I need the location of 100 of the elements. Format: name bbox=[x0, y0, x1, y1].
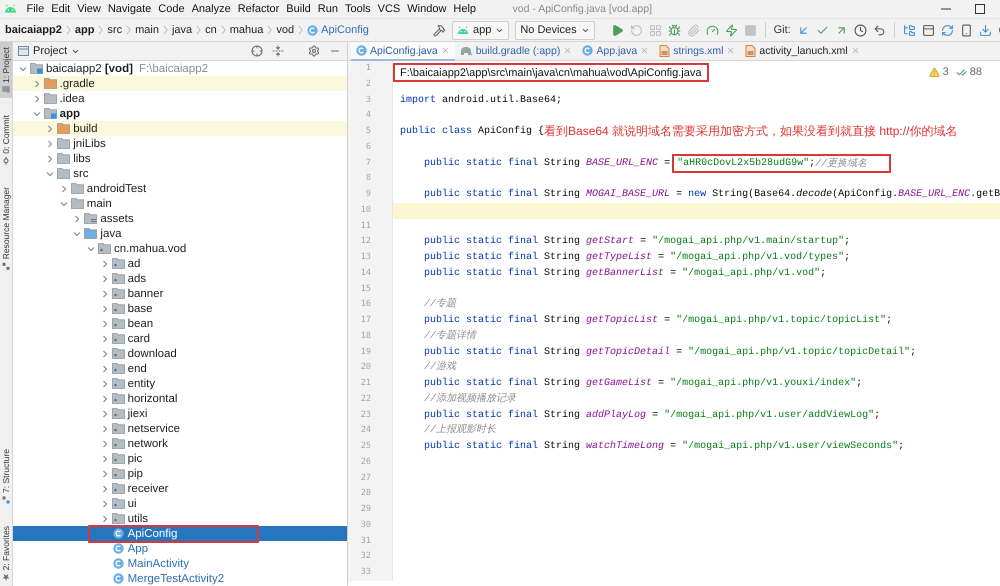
close-icon[interactable] bbox=[440, 46, 450, 55]
chevron-icon[interactable] bbox=[100, 440, 109, 448]
paperclip-icon[interactable] bbox=[686, 24, 700, 36]
menu-item[interactable]: VCS bbox=[374, 0, 404, 18]
lightning-icon[interactable] bbox=[724, 24, 738, 36]
tree-item[interactable]: base bbox=[13, 301, 347, 316]
chevron-icon[interactable] bbox=[100, 290, 109, 298]
menu-item[interactable]: Build bbox=[282, 0, 314, 18]
tree-item[interactable]: jniLibs bbox=[13, 136, 347, 151]
tree-item[interactable]: MergeTestActivity2 bbox=[13, 571, 347, 586]
tree-item[interactable]: assets bbox=[13, 211, 347, 226]
menu-item[interactable]: Tools bbox=[341, 0, 374, 18]
view-selector[interactable]: Project bbox=[18, 45, 80, 57]
tree-item[interactable]: .gradle bbox=[13, 76, 347, 91]
tree-item[interactable]: ad bbox=[13, 256, 347, 271]
chevron-icon[interactable] bbox=[100, 514, 109, 522]
collapse-icon[interactable] bbox=[272, 45, 284, 57]
chevron-icon[interactable] bbox=[100, 484, 109, 492]
menu-item[interactable]: Edit bbox=[48, 0, 74, 18]
tree-item[interactable]: receiver bbox=[13, 481, 347, 496]
chevron-icon[interactable] bbox=[19, 64, 27, 72]
chevron-icon[interactable] bbox=[100, 350, 109, 358]
breadcrumb[interactable]: mahua bbox=[230, 24, 264, 36]
chevron-icon[interactable] bbox=[46, 124, 54, 132]
tree-item[interactable]: androidTest bbox=[13, 181, 347, 196]
tree-item[interactable]: network bbox=[13, 436, 347, 451]
tree-item[interactable]: libs bbox=[13, 151, 347, 166]
tool-window-tab[interactable]: 2: Favorites bbox=[0, 520, 12, 586]
chevron-icon[interactable] bbox=[87, 244, 95, 252]
tree-item[interactable]: src bbox=[13, 166, 347, 181]
menu-item[interactable]: File bbox=[23, 0, 48, 18]
window-icon[interactable] bbox=[922, 24, 935, 36]
tree-item[interactable]: pic bbox=[13, 451, 347, 466]
tree-item[interactable]: card bbox=[13, 331, 347, 346]
phone-icon[interactable] bbox=[960, 24, 973, 36]
chevron-icon[interactable] bbox=[100, 454, 109, 462]
close-icon[interactable] bbox=[726, 46, 736, 55]
chevron-icon[interactable] bbox=[46, 170, 54, 178]
run-config-dropdown[interactable]: app bbox=[452, 20, 510, 40]
download-icon[interactable] bbox=[978, 24, 992, 36]
chevron-icon[interactable] bbox=[60, 184, 68, 192]
tree-item[interactable]: banner bbox=[13, 286, 347, 301]
editor-tab[interactable]: build.gradle (:app) bbox=[454, 42, 578, 61]
tree-item[interactable]: netservice bbox=[13, 421, 347, 436]
menu-item[interactable]: Navigate bbox=[104, 0, 155, 18]
menu-item[interactable]: Window bbox=[404, 0, 450, 18]
chevron-icon[interactable] bbox=[60, 200, 68, 208]
chevron-icon[interactable] bbox=[100, 394, 109, 402]
tree-item[interactable]: MainActivity bbox=[13, 556, 347, 571]
chevron-icon[interactable] bbox=[100, 320, 109, 328]
menu-item[interactable]: Refactor bbox=[234, 0, 283, 18]
chevron-icon[interactable] bbox=[32, 110, 41, 118]
menu-item[interactable]: Help bbox=[450, 0, 480, 18]
tree-item[interactable]: cn.mahua.vod bbox=[13, 241, 347, 256]
tool-window-tab[interactable]: 0: Commit bbox=[0, 110, 12, 170]
breadcrumb[interactable]: baicaiapp2 bbox=[5, 24, 62, 36]
tree-item[interactable]: horizontal bbox=[13, 391, 347, 406]
menu-item[interactable]: Code bbox=[154, 0, 188, 18]
chevron-icon[interactable] bbox=[100, 410, 109, 418]
chevron-icon[interactable] bbox=[73, 214, 82, 222]
chevron-icon[interactable] bbox=[46, 140, 54, 148]
chevron-icon[interactable] bbox=[100, 380, 109, 388]
tool-window-tab[interactable]: 1: Project bbox=[0, 42, 12, 98]
menu-item[interactable]: Run bbox=[314, 0, 342, 18]
chevron-icon[interactable] bbox=[100, 260, 109, 268]
bug-icon[interactable] bbox=[668, 24, 681, 36]
breadcrumb[interactable]: app bbox=[74, 24, 94, 36]
breadcrumb[interactable]: src bbox=[107, 24, 122, 36]
chevron-icon[interactable] bbox=[100, 500, 109, 508]
chevron-icon[interactable] bbox=[46, 154, 54, 162]
tree-item[interactable]: app bbox=[13, 106, 347, 121]
tree-item[interactable]: jiexi bbox=[13, 406, 347, 421]
sync-icon[interactable] bbox=[940, 24, 954, 36]
editor-tab[interactable]: App.java bbox=[577, 42, 654, 61]
breadcrumb[interactable]: java bbox=[172, 24, 192, 36]
tree-item[interactable]: bean bbox=[13, 316, 347, 331]
chevron-icon[interactable] bbox=[100, 424, 109, 432]
tree-item[interactable]: baicaiapp2 [vod] F:\baicaiapp2 bbox=[13, 61, 347, 76]
close-icon[interactable] bbox=[563, 46, 572, 55]
close-icon[interactable] bbox=[640, 46, 650, 55]
tree-item[interactable]: ui bbox=[13, 496, 347, 511]
gauge-icon[interactable] bbox=[706, 24, 719, 36]
folder-tree-icon[interactable] bbox=[902, 24, 916, 36]
chevron-icon[interactable] bbox=[73, 230, 82, 238]
device-dropdown[interactable]: No Devices bbox=[515, 20, 595, 40]
clock-icon[interactable] bbox=[854, 24, 867, 36]
tree-item[interactable]: build bbox=[13, 121, 347, 136]
tree-item[interactable]: end bbox=[13, 361, 347, 376]
chevron-icon[interactable] bbox=[32, 80, 41, 88]
menu-item[interactable]: View bbox=[74, 0, 104, 18]
breadcrumb[interactable]: main bbox=[135, 24, 159, 36]
settings-icon[interactable] bbox=[308, 45, 320, 57]
chevron-icon[interactable] bbox=[100, 304, 109, 312]
tree-item[interactable]: ApiConfig bbox=[13, 526, 347, 541]
tree-item[interactable]: pip bbox=[13, 466, 347, 481]
chevron-icon[interactable] bbox=[100, 334, 109, 342]
tree-item[interactable]: download bbox=[13, 346, 347, 361]
tree-item[interactable]: entity bbox=[13, 376, 347, 391]
hammer-icon[interactable] bbox=[433, 24, 446, 36]
close-icon[interactable] bbox=[850, 46, 860, 55]
